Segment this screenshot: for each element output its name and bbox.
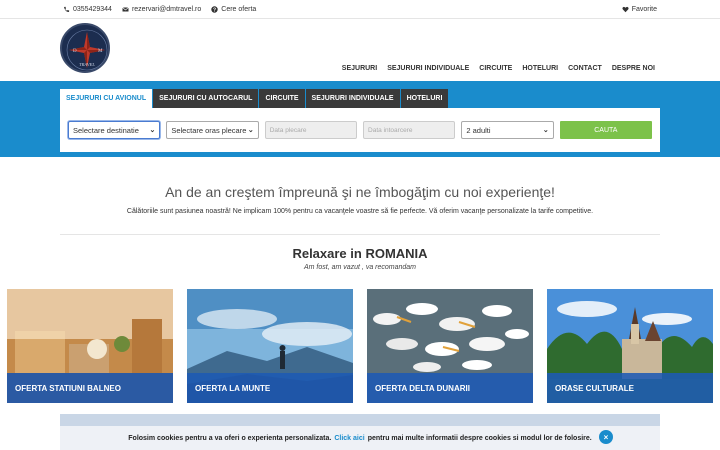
logo-text: TRAVEL bbox=[79, 62, 95, 67]
email-address: rezervari@dmtravel.ro bbox=[131, 5, 202, 13]
intro-text: Călătoriile sunt pasiunea noastră! Ne im… bbox=[126, 208, 594, 215]
top-bar: 0355429344 rezervari@dmtravel.ro ? Cere … bbox=[0, 0, 720, 19]
card-caption: OFERTA DELTA DUNARII bbox=[367, 373, 533, 403]
nav-hoteluri[interactable]: HOTELURI bbox=[522, 65, 558, 72]
request-offer-link[interactable]: ? Cere oferta bbox=[211, 6, 256, 13]
intro-section: An de an creştem împreună şi ne îmbogăţi… bbox=[0, 184, 720, 215]
section-title: Relaxare in ROMANIA bbox=[292, 246, 428, 261]
divider bbox=[60, 234, 660, 235]
nav-sejururi[interactable]: SEJURURI bbox=[342, 65, 377, 72]
cookie-text-after: pentru mai multe informatii despre cooki… bbox=[367, 434, 592, 442]
chevron-down-icon: ⌄ bbox=[542, 127, 549, 134]
adults-select[interactable]: 2 adulti ⌄ bbox=[461, 121, 554, 139]
card-balneo[interactable]: OFERTA STATIUNI BALNEO bbox=[7, 289, 173, 403]
tab-sejururi-autocar[interactable]: SEJURURI CU AUTOCARUL bbox=[153, 89, 259, 108]
card-caption: OFERTA LA MUNTE bbox=[187, 373, 353, 403]
card-munte[interactable]: OFERTA LA MUNTE bbox=[187, 289, 353, 403]
card-caption: OFERTA STATIUNI BALNEO bbox=[7, 373, 173, 403]
close-icon[interactable]: × bbox=[599, 430, 613, 444]
tab-hoteluri[interactable]: HOTELURI bbox=[400, 89, 449, 108]
search-button[interactable]: CAUTA bbox=[559, 121, 652, 139]
cookie-text: Folosim cookies pentru a va oferi o expe… bbox=[128, 434, 332, 442]
favorites-label: Favorite bbox=[631, 5, 657, 13]
intro-heading: An de an creştem împreună şi ne îmbogăţi… bbox=[165, 184, 555, 200]
card-caption: ORASE CULTURALE bbox=[547, 373, 713, 403]
envelope-icon bbox=[122, 6, 129, 13]
date-start-input[interactable]: Data plecare bbox=[264, 121, 358, 139]
svg-text:?: ? bbox=[213, 7, 216, 13]
chevron-down-icon: ⌄ bbox=[149, 127, 156, 134]
header: D M TRAVEL SEJURURI SEJURURI INDIVIDUALE… bbox=[0, 19, 720, 81]
departure-city-value: Selectare oras plecare bbox=[171, 125, 247, 135]
nav-despre-noi[interactable]: DESPRE NOI bbox=[612, 65, 655, 72]
card-delta[interactable]: OFERTA DELTA DUNARII bbox=[367, 289, 533, 403]
favorites-link[interactable]: Favorite bbox=[622, 6, 657, 13]
date-return-input[interactable]: Data intoarcere bbox=[363, 121, 456, 139]
phone-number: 0355429344 bbox=[73, 5, 112, 13]
cookie-link[interactable]: Click aici bbox=[334, 435, 364, 442]
site-logo[interactable]: D M TRAVEL bbox=[60, 23, 110, 73]
nav-contact[interactable]: CONTACT bbox=[568, 65, 602, 72]
section-subtitle: Am fost, am vazut , va recomandam bbox=[303, 264, 417, 271]
tab-sejururi-avion[interactable]: SEJURURI CU AVIONUL bbox=[60, 89, 153, 108]
phone-icon bbox=[63, 6, 70, 13]
offer-cards: OFERTA STATIUNI BALNEO OFERTA LA MUNTE O… bbox=[7, 289, 713, 403]
phone-link[interactable]: 0355429344 bbox=[63, 6, 112, 13]
card-orase[interactable]: ORASE CULTURALE bbox=[547, 289, 713, 403]
destination-value: Selectare destinatie bbox=[73, 125, 139, 135]
destination-select[interactable]: Selectare destinatie ⌄ bbox=[68, 121, 161, 139]
heart-icon bbox=[622, 6, 629, 13]
main-nav: SEJURURI SEJURURI INDIVIDUALE CIRCUITE H… bbox=[342, 65, 655, 72]
request-offer-label: Cere oferta bbox=[221, 5, 257, 13]
question-icon: ? bbox=[211, 5, 218, 13]
search-form: Selectare destinatie ⌄ Selectare oras pl… bbox=[60, 108, 660, 152]
tab-sejururi-individuale[interactable]: SEJURURI INDIVIDUALE bbox=[305, 89, 400, 108]
email-link[interactable]: rezervari@dmtravel.ro bbox=[122, 6, 201, 13]
departure-city-select[interactable]: Selectare oras plecare ⌄ bbox=[166, 121, 259, 139]
cookie-bar: Folosim cookies pentru a va oferi o expe… bbox=[60, 426, 660, 450]
tab-circuite[interactable]: CIRCUITE bbox=[259, 89, 305, 108]
search-tabs: SEJURURI CU AVIONUL SEJURURI CU AUTOCARU… bbox=[60, 89, 449, 108]
logo-letter-m: M bbox=[98, 49, 103, 54]
adults-value: 2 adulti bbox=[466, 125, 491, 135]
nav-sejururi-individuale[interactable]: SEJURURI INDIVIDUALE bbox=[387, 65, 469, 72]
chevron-down-icon: ⌄ bbox=[247, 127, 254, 134]
nav-circuite[interactable]: CIRCUITE bbox=[479, 65, 512, 72]
logo-letter-d: D bbox=[73, 49, 77, 54]
